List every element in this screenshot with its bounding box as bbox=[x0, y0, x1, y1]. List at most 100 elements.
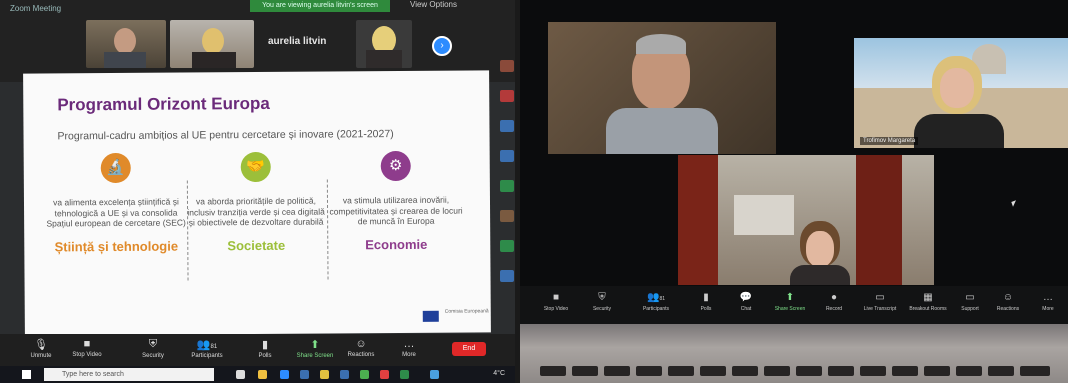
participants-icon: 👥81 bbox=[646, 292, 665, 303]
zoom-top-bar: Zoom Meeting You are viewing aurelia lit… bbox=[0, 0, 515, 82]
windows-taskbar: Type here to search 4°C bbox=[0, 366, 515, 383]
screen-share-banner[interactable]: You are viewing aurelia litvin's screen bbox=[250, 0, 390, 12]
security-button[interactable]: ⛨ Security bbox=[128, 338, 178, 359]
keyboard-key bbox=[956, 366, 982, 376]
unmute-button[interactable]: 🎙 Unmute bbox=[16, 338, 66, 359]
breakout-rooms-button[interactable]: ▦ Breakout Rooms bbox=[906, 292, 950, 312]
handshake-icon: 🤝 bbox=[240, 151, 271, 183]
shield-icon: ⛨ bbox=[598, 292, 606, 303]
participant-clothes bbox=[790, 265, 850, 285]
mouse-cursor-icon bbox=[1011, 200, 1018, 207]
participant-name-label: Trofimov Margareta bbox=[860, 137, 919, 145]
presentation-slide: Programul Orizont Europa Programul-cadru… bbox=[23, 70, 491, 336]
shield-icon: ⛨ bbox=[148, 338, 158, 350]
participants-button[interactable]: 👥81 Participants bbox=[634, 292, 678, 312]
pillar-title: Societate bbox=[227, 237, 286, 253]
participant-tile[interactable] bbox=[170, 20, 254, 68]
bookshelf bbox=[856, 155, 902, 285]
ellipsis-icon: … bbox=[1043, 292, 1053, 303]
participant-hair bbox=[636, 34, 686, 54]
participant-face bbox=[940, 68, 974, 108]
stop-video-button[interactable]: ■ Stop Video bbox=[62, 338, 112, 358]
app-icon[interactable] bbox=[300, 370, 309, 379]
live-transcript-button[interactable]: ▭ Live Transcript bbox=[858, 292, 902, 312]
side-avatar[interactable] bbox=[500, 210, 514, 222]
keyboard-key bbox=[860, 366, 886, 376]
keyboard-key bbox=[540, 366, 566, 376]
taskbar-weather-text: 4°C bbox=[493, 370, 505, 377]
side-avatar[interactable] bbox=[500, 120, 514, 132]
keyboard-key bbox=[636, 366, 662, 376]
more-button[interactable]: … More bbox=[384, 338, 434, 358]
pillar-science: 🔬 va alimenta excelența științifică și t… bbox=[46, 152, 187, 254]
side-avatar[interactable] bbox=[500, 60, 514, 72]
bar-chart-icon: ▮ bbox=[261, 339, 269, 351]
video-tile-participant[interactable] bbox=[678, 155, 934, 285]
participant-tile[interactable] bbox=[86, 20, 166, 68]
chat-button[interactable]: 💬 Chat bbox=[724, 292, 768, 312]
polls-button[interactable]: ▮ Polls bbox=[240, 338, 290, 359]
photo-right-laptop-screen: Trofimov Margareta ■ Stop Video ⛨ Security… bbox=[520, 0, 1068, 383]
polls-button[interactable]: ▮ Polls bbox=[684, 292, 728, 312]
share-screen-button[interactable]: ⬆ Share Screen bbox=[290, 338, 340, 359]
microscope-icon: 🔬 bbox=[100, 152, 131, 184]
side-avatar[interactable] bbox=[500, 150, 514, 162]
side-avatar[interactable] bbox=[500, 90, 514, 102]
keyboard-key bbox=[604, 366, 630, 376]
app-icon[interactable] bbox=[320, 370, 329, 379]
video-camera-icon: ■ bbox=[552, 292, 560, 303]
keyboard-key bbox=[668, 366, 694, 376]
participant-face bbox=[806, 231, 834, 267]
keyboard-key bbox=[924, 366, 950, 376]
file-explorer-icon[interactable] bbox=[258, 370, 267, 379]
keyboard-key bbox=[764, 366, 790, 376]
microphone-muted-icon: 🎙 bbox=[34, 339, 48, 351]
more-button[interactable]: … More bbox=[1026, 292, 1068, 312]
pillar-title: Știință și tehnologie bbox=[54, 238, 179, 254]
video-tile-participant[interactable]: Trofimov Margareta bbox=[854, 38, 1068, 148]
side-avatar[interactable] bbox=[500, 180, 514, 192]
end-meeting-button[interactable]: End bbox=[452, 342, 486, 356]
view-options-button[interactable]: View Options bbox=[410, 0, 457, 9]
pillar-text: va aborda prioritățile de politică, incl… bbox=[187, 195, 325, 228]
slide-subtitle: Programul-cadru ambițios al UE pentru ce… bbox=[57, 128, 394, 143]
keyboard-key bbox=[732, 366, 758, 376]
reactions-button[interactable]: ☺ Reactions bbox=[986, 292, 1030, 312]
cc-icon: ▭ bbox=[875, 292, 885, 303]
app-icon[interactable] bbox=[340, 370, 349, 379]
participant-clothes bbox=[914, 114, 1004, 148]
keyboard-key bbox=[892, 366, 918, 376]
app-icon[interactable] bbox=[380, 370, 389, 379]
windows-start-icon[interactable] bbox=[22, 370, 31, 379]
share-screen-button[interactable]: ⬆ Share Screen bbox=[768, 292, 812, 312]
bookshelf bbox=[678, 155, 718, 285]
stop-video-button[interactable]: ■ Stop Video bbox=[534, 292, 578, 312]
zoom-control-bar: ■ Stop Video ⛨ Security 👥81 Participants ▮ P… bbox=[520, 286, 1068, 324]
taskbar-search-input[interactable]: Type here to search bbox=[44, 368, 214, 381]
share-screen-icon: ⬆ bbox=[785, 292, 795, 303]
participants-button[interactable]: 👥81 Participants bbox=[182, 338, 232, 359]
smiley-icon: ☺ bbox=[355, 338, 367, 350]
pillar-text: va stimula utilizarea inovării, competit… bbox=[329, 194, 463, 227]
security-button[interactable]: ⛨ Security bbox=[580, 292, 624, 312]
record-button[interactable]: ● Record bbox=[812, 292, 856, 312]
participants-icon: 👥81 bbox=[196, 339, 218, 351]
video-tile-participant[interactable] bbox=[548, 22, 776, 154]
reactions-button[interactable]: ☺ Reactions bbox=[336, 338, 386, 358]
task-view-icon[interactable] bbox=[236, 370, 245, 379]
slide-title: Programul Orizont Europa bbox=[57, 93, 270, 115]
ellipsis-icon: … bbox=[403, 338, 415, 350]
zoom-app-icon[interactable] bbox=[280, 370, 289, 379]
keyboard-key bbox=[828, 366, 854, 376]
keyboard-key bbox=[988, 366, 1014, 376]
next-page-button[interactable]: › bbox=[432, 36, 452, 56]
chrome-icon[interactable] bbox=[360, 370, 369, 379]
participant-tile[interactable] bbox=[356, 20, 412, 68]
bar-chart-icon: ▮ bbox=[703, 292, 709, 303]
photo-left-laptop-screen: Zoom Meeting You are viewing aurelia lit… bbox=[0, 0, 515, 383]
side-avatar[interactable] bbox=[500, 240, 514, 252]
app-icon[interactable] bbox=[400, 370, 409, 379]
zoom-control-bar: 🎙 Unmute ■ Stop Video ⛨ Security 👥81 Partici… bbox=[0, 334, 515, 366]
side-avatar[interactable] bbox=[500, 270, 514, 282]
eu-flag-logo bbox=[422, 310, 439, 322]
